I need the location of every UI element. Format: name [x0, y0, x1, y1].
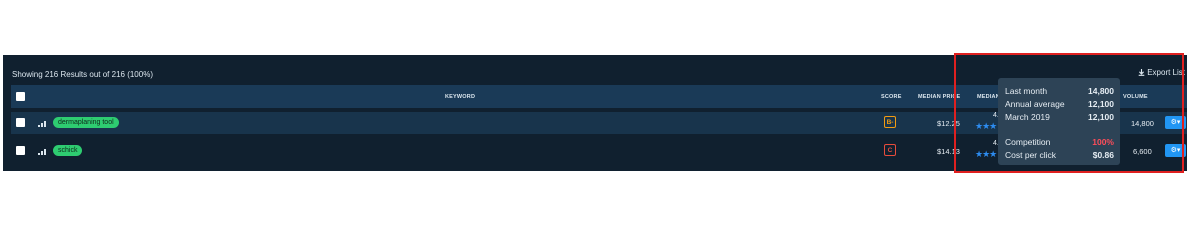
- column-keyword[interactable]: KEYWORD: [445, 94, 475, 100]
- keyword-tag[interactable]: dermaplaning tool: [53, 117, 119, 128]
- score-badge: B-: [884, 116, 896, 128]
- select-all-checkbox[interactable]: [16, 92, 25, 101]
- bars-icon: [38, 121, 46, 127]
- row-checkbox[interactable]: [16, 118, 25, 127]
- score-badge: C: [884, 144, 896, 156]
- results-summary: Showing 216 Results out of 216 (100%): [12, 70, 153, 79]
- column-score[interactable]: SCORE: [881, 94, 902, 100]
- highlight-box: [954, 53, 1184, 173]
- bars-icon: [38, 149, 46, 155]
- keyword-tag[interactable]: schick: [53, 145, 83, 156]
- row-checkbox[interactable]: [16, 146, 25, 155]
